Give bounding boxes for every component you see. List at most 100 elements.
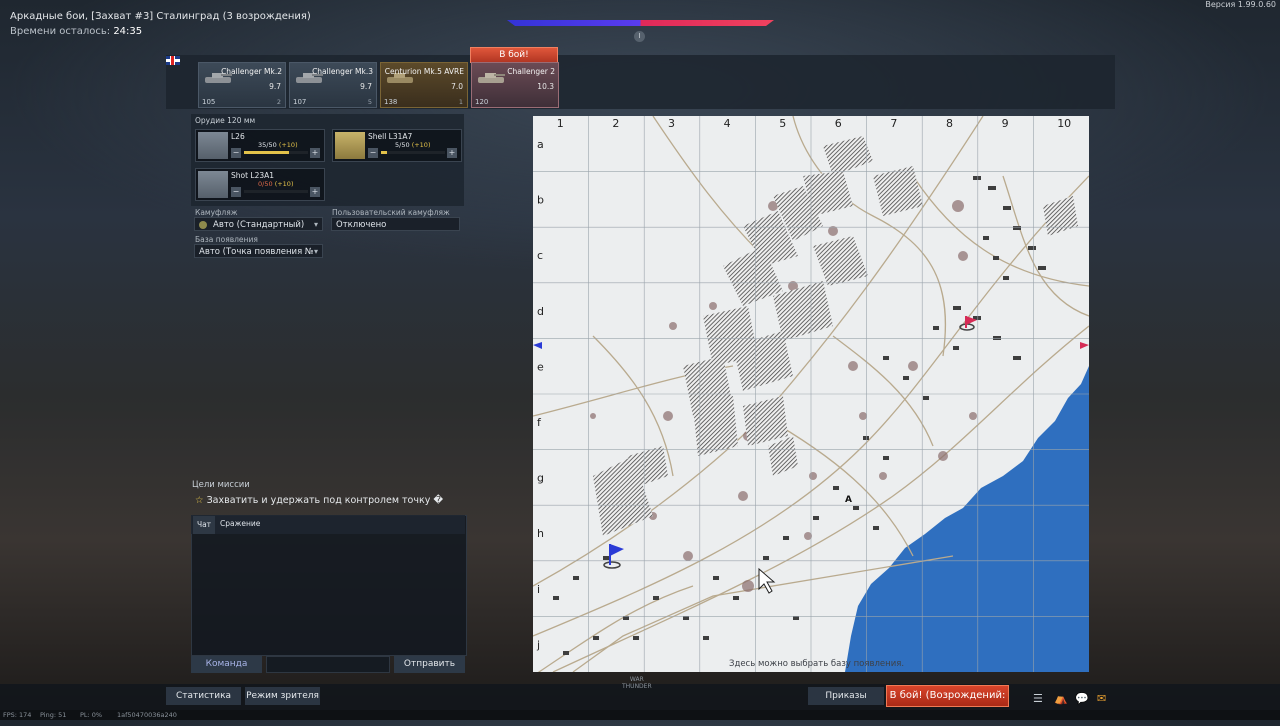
war-thunder-logo: WAR THUNDER <box>622 676 652 690</box>
spawn-select[interactable]: Авто (Точка появления № ▾ <box>194 244 323 258</box>
grid-column-label: 9 <box>1002 117 1009 130</box>
grid-row-label: b <box>537 194 544 207</box>
grid-column-label: 5 <box>779 117 786 130</box>
send-button[interactable]: Отправить <box>394 656 465 673</box>
capture-point-a[interactable]: A <box>845 495 852 505</box>
grid-column-label: 3 <box>668 117 675 130</box>
ammo-slot[interactable]: Shell L31A7 5/50 (+10) − + <box>332 129 462 162</box>
chat-input[interactable] <box>266 656 390 673</box>
map-hint: Здесь можно выбрать базу появления. <box>729 659 905 669</box>
chevron-down-icon: ▾ <box>313 220 318 229</box>
weapon-title: Орудие 120 мм <box>195 116 256 125</box>
grid-row-label: h <box>537 527 544 540</box>
to-battle-tab[interactable]: В бой! <box>470 47 558 63</box>
vehicle-repair-count: 2 <box>276 98 281 106</box>
tab-chat[interactable]: Чат <box>193 516 215 534</box>
vehicle-name: Centurion Mk.5 AVRE <box>384 67 464 76</box>
increase-ammo-button[interactable]: + <box>310 148 320 158</box>
ammo-name: Shell L31A7 <box>368 132 413 141</box>
ammo-fill <box>244 151 289 154</box>
chevron-down-icon: ▾ <box>313 245 318 257</box>
team-channel-button[interactable]: Команда <box>191 656 262 673</box>
vehicle-spawn-cost: 120 <box>475 98 489 106</box>
spectator-mode-button[interactable]: Режим зрителя <box>245 687 320 705</box>
camo-label: Камуфляж <box>195 208 238 217</box>
packet-loss-readout: PL: 0% <box>80 711 103 719</box>
tab-battle[interactable]: Сражение <box>220 519 260 528</box>
ammo-bar[interactable] <box>244 151 308 154</box>
status-line: FPS: 174 Ping: 51 PL: 0% 1af50470036a240 <box>0 710 1280 720</box>
version-label: Версия 1.99.0.60 <box>1205 0 1276 9</box>
vehicle-repair-count: 1 <box>458 98 463 106</box>
team-score-bar <box>507 20 774 26</box>
spawn-value: Авто (Точка появления № <box>199 247 314 257</box>
ammo-slot[interactable]: Shot L23A1 0/50 (+10) − + <box>195 168 325 201</box>
vehicle-name: Challenger 2 <box>507 67 555 76</box>
increase-ammo-button[interactable]: + <box>310 187 320 197</box>
camo-icon <box>199 221 207 229</box>
logo-line-2: THUNDER <box>622 683 652 690</box>
battle-title: Аркадные бои, [Захват #3] Сталинград (3 … <box>10 11 311 22</box>
to-battle-button[interactable]: В бой! (Возрождений: 3) <box>886 685 1009 721</box>
vehicle-battle-rating: 10.3 <box>537 82 554 91</box>
custom-camo-select[interactable]: Отключено <box>331 217 460 231</box>
vehicle-card-selected[interactable]: Challenger 2 10.3 120 <box>471 62 559 108</box>
grid-row-label: e <box>537 360 544 373</box>
vehicle-spawn-cost: 107 <box>293 98 307 106</box>
uk-flag-icon <box>166 56 180 65</box>
tank-icon <box>478 73 505 83</box>
vehicle-spawn-cost: 138 <box>384 98 398 106</box>
vehicle-battle-rating: 9.7 <box>360 82 372 91</box>
vehicle-card[interactable]: Challenger Mk.3 9.7 107 5 <box>289 62 377 108</box>
vehicle-repair-count: 5 <box>367 98 372 106</box>
ammo-bar[interactable] <box>244 190 308 193</box>
vehicle-card[interactable]: Challenger Mk.2 9.7 105 2 <box>198 62 286 108</box>
mission-objective: ☆ Захватить и удержать под контролем точ… <box>195 495 443 506</box>
squad-icon[interactable]: ⛺ <box>1054 692 1068 705</box>
camo-select[interactable]: Авто (Стандартный) ▾ <box>194 217 323 231</box>
shell-icon <box>335 132 365 159</box>
ammo-name: Shot L23A1 <box>231 171 275 180</box>
mail-icon[interactable]: ✉ <box>1097 692 1106 705</box>
ammo-slot[interactable]: L26 35/50 (+10) − + <box>195 129 325 162</box>
round-indicator: I <box>634 31 645 42</box>
ammo-fill <box>381 151 388 154</box>
decrease-ammo-button[interactable]: − <box>231 187 241 197</box>
orders-button[interactable]: Приказы <box>808 687 884 705</box>
ammo-count: 35/50 (+10) <box>258 141 298 149</box>
grid-row-label: i <box>537 583 540 596</box>
fps-readout: FPS: 174 <box>3 711 32 719</box>
vehicle-battle-rating: 7.0 <box>451 82 463 91</box>
star-icon: ☆ <box>195 495 204 506</box>
grid-row-label: g <box>537 472 544 485</box>
statistics-button[interactable]: Статистика <box>166 687 241 705</box>
list-icon[interactable]: ☰ <box>1033 692 1043 705</box>
shell-icon <box>198 171 228 198</box>
vehicle-spawn-cost: 105 <box>202 98 216 106</box>
chat-panel[interactable] <box>191 515 467 656</box>
grid-column-label: 8 <box>946 117 953 130</box>
decrease-ammo-button[interactable]: − <box>231 148 241 158</box>
tactical-map[interactable]: 1 2 3 4 5 6 7 8 9 10 a b c d e f g h i j A <box>533 116 1089 672</box>
mission-title: Цели миссии <box>192 480 250 490</box>
shell-icon <box>198 132 228 159</box>
timer-label: Времени осталось: <box>10 26 111 37</box>
custom-camo-label: Пользовательский камуфляж <box>332 208 450 217</box>
increase-ammo-button[interactable]: + <box>447 148 457 158</box>
grid-column-label: 1 <box>557 117 564 130</box>
grid-row-label: c <box>537 249 543 262</box>
ammo-name: L26 <box>231 132 245 141</box>
chat-icon[interactable]: 💬 <box>1075 692 1089 705</box>
grid-column-label: 7 <box>890 117 897 130</box>
decrease-ammo-button[interactable]: − <box>368 148 378 158</box>
ping-readout: Ping: 51 <box>40 711 67 719</box>
vehicle-card[interactable]: Centurion Mk.5 AVRE 7.0 138 1 <box>380 62 468 108</box>
grid-row-label: j <box>536 638 540 651</box>
spawn-label: База появления <box>195 235 258 244</box>
custom-camo-value: Отключено <box>336 220 387 230</box>
map-canvas[interactable]: 1 2 3 4 5 6 7 8 9 10abcdefghij A <box>533 116 1089 672</box>
timer-value: 24:35 <box>113 26 143 37</box>
time-remaining: Времени осталось: 24:35 <box>10 26 142 37</box>
vehicle-name: Challenger Mk.2 <box>221 67 282 76</box>
ammo-bar[interactable] <box>381 151 445 154</box>
